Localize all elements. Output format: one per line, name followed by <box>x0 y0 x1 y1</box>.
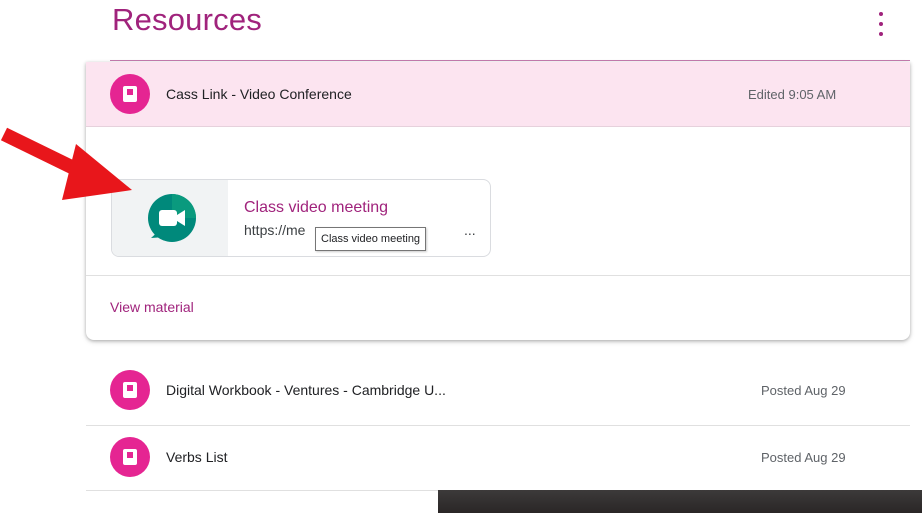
annotation-arrow <box>0 127 132 200</box>
row-separator <box>86 425 910 426</box>
material-icon <box>110 437 150 477</box>
link-url: https://me... <box>244 222 476 238</box>
expanded-material-card: Cass Link - Video Conference Edited 9:05… <box>86 62 910 340</box>
taskbar <box>438 490 922 513</box>
material-icon <box>110 74 150 114</box>
edited-timestamp: Edited 9:05 AM <box>748 87 837 102</box>
tooltip: Class video meeting <box>315 227 427 251</box>
material-title: Verbs List <box>166 449 228 465</box>
link-attachment-card[interactable]: Class video meeting https://me... <box>111 179 491 257</box>
card-separator <box>86 275 910 276</box>
link-url-ellipsis: ... <box>464 222 476 238</box>
page-title: Resources <box>112 2 262 37</box>
google-meet-icon <box>148 194 196 242</box>
posted-date: Posted Aug 29 <box>761 450 846 465</box>
material-header[interactable]: Cass Link - Video Conference Edited 9:05… <box>86 62 910 127</box>
material-title: Digital Workbook - Ventures - Cambridge … <box>166 382 446 398</box>
link-url-text: https://me <box>244 222 306 238</box>
material-icon <box>110 370 150 410</box>
more-options-icon[interactable] <box>872 12 890 36</box>
view-material-link[interactable]: View material <box>110 299 194 315</box>
posted-date: Posted Aug 29 <box>761 383 846 398</box>
title-divider <box>110 60 910 61</box>
material-title: Cass Link - Video Conference <box>166 86 352 102</box>
link-title[interactable]: Class video meeting <box>244 199 388 217</box>
